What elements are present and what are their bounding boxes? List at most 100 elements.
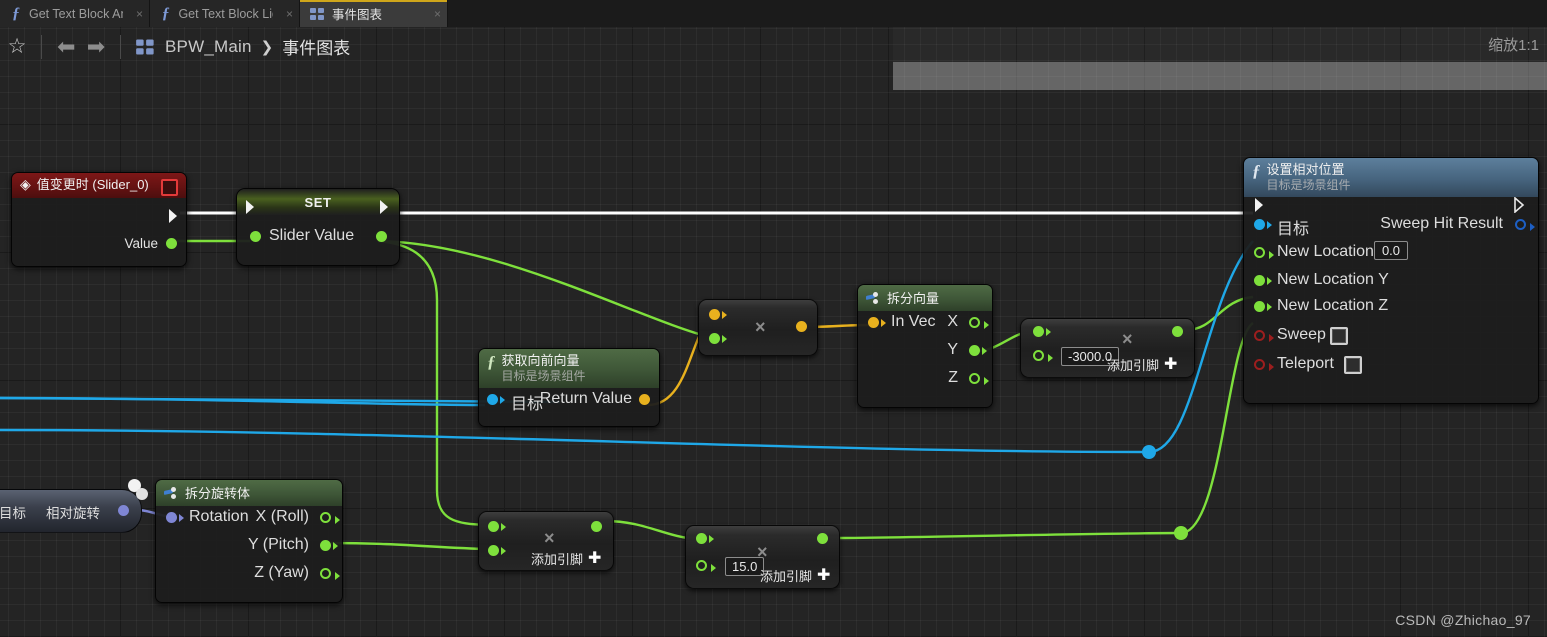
close-icon[interactable]: × <box>136 7 143 21</box>
close-icon[interactable]: × <box>286 7 293 21</box>
new-location-x-input[interactable]: 0.0 <box>1374 241 1408 261</box>
pin-label-sweep: Sweep <box>1277 326 1326 344</box>
x-out-pin[interactable] <box>969 317 989 329</box>
new-location-y-pin[interactable] <box>1254 275 1272 287</box>
tab-get-text-block-light[interactable]: ƒ Get Text Block Ligh × <box>150 0 300 27</box>
function-icon: ƒ <box>11 4 20 22</box>
pin-label-x: X <box>947 313 958 330</box>
multiply-in-a-pin[interactable] <box>1033 326 1051 337</box>
node-multiply-mid[interactable]: × 添加引脚 ✚ <box>478 511 614 571</box>
node-header: 拆分向量 <box>858 285 992 311</box>
exec-out-pin[interactable] <box>168 208 180 224</box>
pin-label-target: 目标 <box>0 506 26 521</box>
function-icon: ƒ <box>487 352 496 371</box>
multiply-out-pin[interactable] <box>1172 326 1183 337</box>
pin-label-rotation: Rotation <box>189 508 249 525</box>
roll-out-pin[interactable] <box>320 512 340 524</box>
multiply-out-pin[interactable] <box>817 533 828 544</box>
node-break-rotator[interactable]: 拆分旋转体 Rotation X (Roll) Y (Pitch) Z (Yaw… <box>155 479 343 603</box>
pin-label-yaw: Z (Yaw) <box>254 564 309 581</box>
pin-label-target: 目标 <box>1277 221 1310 239</box>
y-out-pin[interactable] <box>969 345 987 356</box>
breadcrumb-leaf[interactable]: 事件图表 <box>282 34 350 59</box>
node-set-relative-location[interactable]: ƒ 设置相对位置 目标是场景组件 目标 Sweep Hit Result New… <box>1243 157 1539 405</box>
target-in-pin[interactable] <box>487 394 505 406</box>
add-pin-button[interactable]: 添加引脚 ✚ <box>531 549 601 568</box>
pin-label-teleport: Teleport <box>1277 355 1334 373</box>
editor-tab-bar[interactable]: ƒ Get Text Block Ant × ƒ Get Text Block … <box>0 0 1547 27</box>
in-vec-pin[interactable] <box>868 317 886 328</box>
rotation-in-pin[interactable] <box>166 512 184 523</box>
exec-in-pin[interactable] <box>1254 197 1266 213</box>
multiply-out-pin[interactable] <box>591 521 602 532</box>
arrow-right-icon: ➡ <box>86 33 106 59</box>
close-icon[interactable]: × <box>434 7 441 21</box>
new-location-z-pin[interactable] <box>1254 301 1272 313</box>
teleport-checkbox[interactable] <box>1344 356 1362 375</box>
watermark-label: CSDN @Zhichao_97 <box>1395 612 1531 628</box>
red-square-icon[interactable] <box>161 179 178 196</box>
slider-value-out-pin[interactable] <box>376 231 387 242</box>
exec-out-pin[interactable] <box>1514 197 1526 214</box>
node-set-slider-value[interactable]: SET Slider Value <box>236 188 400 266</box>
node-title: SET <box>304 194 332 210</box>
forward-button[interactable]: ➡ <box>81 32 111 62</box>
exec-in-pin[interactable] <box>245 199 257 215</box>
multiply-in-b-pin[interactable] <box>696 560 716 572</box>
chevron-right-icon: ❯ <box>260 38 274 56</box>
new-location-x-pin[interactable] <box>1254 247 1274 259</box>
z-out-pin[interactable] <box>969 373 989 385</box>
multiply-in-b-pin[interactable] <box>488 545 506 556</box>
toolbar-divider <box>120 34 121 59</box>
add-pin-button[interactable]: 添加引脚 ✚ <box>1107 355 1177 374</box>
exec-out-pin[interactable] <box>379 199 391 215</box>
sweep-in-pin[interactable] <box>1254 330 1274 342</box>
reroute-knot-object[interactable] <box>1142 445 1156 459</box>
function-icon: ƒ <box>1252 161 1261 180</box>
breadcrumb-root[interactable]: BPW_Main <box>165 37 252 57</box>
back-button[interactable]: ➡ <box>51 32 81 62</box>
multiply-in-a-pin[interactable] <box>696 533 714 544</box>
multiply-symbol: × <box>757 542 768 562</box>
add-pin-button[interactable]: 添加引脚 ✚ <box>760 566 830 585</box>
node-multiply-3000[interactable]: -3000.0 × 添加引脚 ✚ <box>1020 318 1195 378</box>
node-multiply-forward[interactable]: × <box>698 299 818 356</box>
multiply-in-a-pin[interactable] <box>709 309 727 320</box>
teleport-in-pin[interactable] <box>1254 359 1274 371</box>
event-diamond-icon: ◈ <box>20 176 31 192</box>
node-event-value-changed[interactable]: ◈ 值变更时 (Slider_0) Value <box>11 172 187 267</box>
break-icon <box>164 487 179 500</box>
multiply-symbol: × <box>544 528 555 548</box>
breadcrumb-toolbar[interactable]: ☆ ➡ ➡ BPW_Main ❯ 事件图表 <box>0 27 1547 66</box>
node-multiply-15[interactable]: 15.0 × 添加引脚 ✚ <box>685 525 840 589</box>
tab-label: 事件图表 <box>332 8 383 22</box>
target-in-pin[interactable] <box>1254 219 1272 231</box>
node-partial-get-relative-rotation[interactable]: 目标 相对旋转 <box>0 489 142 533</box>
pin-label-target: 目标 <box>511 396 544 414</box>
relative-rotation-out-pin[interactable] <box>118 505 129 516</box>
node-subtitle: 目标是场景组件 <box>1266 177 1351 192</box>
tab-event-graph[interactable]: 事件图表 × <box>300 0 448 27</box>
reroute-knot-float[interactable] <box>1174 526 1188 540</box>
multiply-out-pin[interactable] <box>796 321 807 332</box>
slider-value-in-pin[interactable] <box>250 231 261 242</box>
yaw-out-pin[interactable] <box>320 568 340 580</box>
favorite-button[interactable]: ☆ <box>2 32 32 62</box>
node-get-forward-vector[interactable]: ƒ 获取向前向量 目标是场景组件 目标 Return Value <box>478 348 660 428</box>
multiply-in-b-pin[interactable] <box>1033 350 1053 362</box>
node-title: 拆分旋转体 <box>185 486 251 501</box>
pin-label-z: Z <box>948 369 958 386</box>
tab-get-text-block-ant[interactable]: ƒ Get Text Block Ant × <box>0 0 150 27</box>
pin-row-value-out[interactable]: Value <box>12 230 186 258</box>
return-value-out-pin[interactable] <box>639 394 650 406</box>
pin-row-exec-out[interactable] <box>12 202 186 230</box>
value-out-pin[interactable] <box>166 238 177 250</box>
sweep-hit-result-out-pin[interactable] <box>1515 219 1535 231</box>
multiply-in-b-pin[interactable] <box>709 333 727 344</box>
multiply-in-a-pin[interactable] <box>488 521 506 532</box>
pitch-out-pin[interactable] <box>320 540 338 551</box>
multiply-symbol: × <box>1122 329 1133 349</box>
star-icon: ☆ <box>7 35 27 58</box>
node-break-vector[interactable]: 拆分向量 In Vec X Y Z <box>857 284 993 408</box>
sweep-checkbox[interactable] <box>1330 327 1348 346</box>
